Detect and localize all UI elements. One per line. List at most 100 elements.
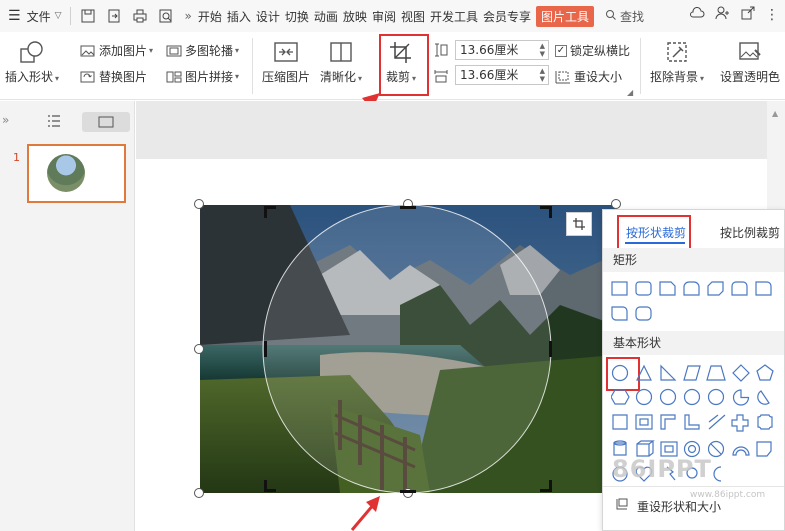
- tab-developer[interactable]: 开发工具: [430, 8, 478, 25]
- shape-plaque: [757, 414, 773, 430]
- clarity-label: 清晰化: [320, 70, 357, 84]
- clarity-button[interactable]: 清晰化 ▾: [320, 40, 362, 85]
- share-icon[interactable]: [741, 6, 755, 23]
- tab-insert[interactable]: 插入: [227, 8, 251, 25]
- spinner-icon[interactable]: ▲ ▼: [540, 42, 545, 58]
- replace-picture-button[interactable]: 替换图片: [80, 68, 147, 85]
- replace-picture-label: 替换图片: [99, 70, 148, 84]
- resize-handle-bl[interactable]: [194, 488, 204, 498]
- crop-handle-ml[interactable]: [264, 341, 267, 357]
- dialog-launcher-icon[interactable]: ◢: [627, 88, 633, 97]
- insert-shape-label: 插入形状: [5, 70, 54, 84]
- height-value: 13.66厘米: [460, 43, 519, 57]
- multi-carousel-label: 多图轮播: [185, 44, 234, 58]
- reset-size-icon: [555, 70, 570, 83]
- resize-handle-tl[interactable]: [194, 199, 204, 209]
- reset-size-label: 重设大小: [574, 70, 623, 84]
- landscape-photo[interactable]: [200, 205, 615, 493]
- outline-view-icon[interactable]: [46, 114, 62, 131]
- tab-transition[interactable]: 切换: [285, 8, 309, 25]
- multi-carousel-button[interactable]: 多图轮播 ▾: [166, 42, 239, 59]
- shape-cross: [731, 414, 749, 432]
- section-rectangle: 矩形: [603, 248, 784, 272]
- hamburger-icon[interactable]: ☰: [8, 8, 21, 24]
- tab-home[interactable]: 开始: [198, 8, 222, 25]
- more-icon[interactable]: »: [185, 9, 192, 23]
- crop-handle-tm[interactable]: [400, 206, 416, 209]
- search-label[interactable]: 查找: [620, 8, 644, 25]
- tab-picture-tools[interactable]: 图片工具: [536, 5, 595, 27]
- crop-handle-br[interactable]: [540, 480, 552, 492]
- resize-handle-tr[interactable]: [611, 199, 621, 209]
- thumbnail-view-icon[interactable]: [82, 112, 130, 132]
- tab-slideshow[interactable]: 放映: [343, 8, 367, 25]
- lock-ratio-checkbox[interactable]: ✓ 锁定纵横比: [555, 42, 630, 59]
- shape-round-top: [683, 281, 700, 296]
- print-icon[interactable]: [129, 5, 151, 27]
- search-icon[interactable]: [605, 9, 617, 24]
- tab-member[interactable]: 会员专享: [483, 8, 531, 25]
- slide-thumbnail[interactable]: [27, 144, 126, 203]
- chevron-down-icon[interactable]: ▽: [55, 11, 62, 21]
- compress-label: 压缩图片: [262, 70, 311, 84]
- slide-number: 1: [13, 151, 20, 164]
- shape-hexagon: [611, 389, 630, 405]
- shape-block-arc: [732, 446, 750, 456]
- scroll-up-icon[interactable]: ▲: [772, 109, 778, 118]
- picture-collage-button[interactable]: 图片拼接 ▾: [166, 68, 239, 85]
- tab-design[interactable]: 设计: [256, 8, 280, 25]
- watermark-url: www.86ippt.com: [690, 490, 766, 500]
- shape-cube: [636, 440, 655, 457]
- export-icon[interactable]: [103, 5, 125, 27]
- crop-handle-bm[interactable]: [400, 490, 416, 493]
- file-menu[interactable]: 文件: [27, 8, 51, 25]
- active-tab-underline: [625, 242, 685, 244]
- collage-icon: [166, 71, 182, 82]
- replace-icon: [80, 71, 95, 82]
- checkbox-checked-icon: ✓: [555, 44, 567, 57]
- preview-icon[interactable]: [155, 5, 177, 27]
- shape-right-triangle: [660, 364, 677, 381]
- crop-handle-tl[interactable]: [264, 206, 276, 218]
- save-icon[interactable]: [77, 5, 99, 27]
- remove-background-button[interactable]: 抠除背景 ▾: [650, 40, 704, 85]
- remove-bg-icon: [667, 42, 687, 62]
- tab-view[interactable]: 视图: [401, 8, 425, 25]
- crop-handle-tr[interactable]: [540, 206, 552, 218]
- menu-bar: ☰ 文件 ▽ » 开始 插入 设计 切换 动画 放映 审阅 视图 开发工具 会员…: [0, 0, 785, 32]
- height-input[interactable]: 13.66厘米 ▲ ▼: [455, 40, 549, 60]
- compress-picture-button[interactable]: 压缩图片: [262, 40, 310, 85]
- width-input[interactable]: 13.66厘米 ▲ ▼: [455, 65, 549, 85]
- spinner-icon[interactable]: ▲ ▼: [540, 67, 545, 83]
- shape-rounded-rectangle-2: [635, 306, 652, 321]
- ribbon: 插入形状 ▾ 添加图片 ▾ 多图轮播 ▾ 替换图片 图片拼接 ▾ 压缩图片 清晰化 ▾ 裁…: [0, 32, 785, 100]
- add-picture-label: 添加图片: [99, 44, 148, 58]
- shape-rounded-rectangle: [635, 281, 652, 296]
- transparent-icon: [739, 42, 761, 60]
- add-picture-button[interactable]: 添加图片 ▾: [80, 42, 153, 59]
- floating-crop-button[interactable]: [566, 212, 592, 236]
- more-options-icon[interactable]: ⋮: [765, 7, 779, 23]
- tab-crop-by-ratio[interactable]: 按比例裁剪: [720, 224, 780, 241]
- compress-icon: [274, 42, 298, 62]
- collapse-panel-icon[interactable]: »: [2, 113, 9, 127]
- shape-octagon: [659, 388, 677, 406]
- divider: [69, 7, 71, 25]
- cloud-sync-icon[interactable]: [689, 6, 705, 23]
- resize-handle-ml[interactable]: [194, 344, 204, 354]
- divider: [640, 38, 641, 94]
- shape-folded-corner: [756, 441, 772, 457]
- tab-crop-by-shape-label[interactable]: 按形状裁剪: [626, 224, 686, 241]
- shape-teardrop: [612, 414, 628, 430]
- crop-handle-mr[interactable]: [549, 341, 552, 357]
- shape-icon: [20, 41, 43, 63]
- add-user-icon[interactable]: [715, 6, 731, 23]
- insert-shape-button[interactable]: 插入形状 ▾: [5, 40, 59, 85]
- shape-oval: [611, 364, 629, 382]
- crop-handle-bl[interactable]: [264, 480, 276, 492]
- shape-moon: [713, 466, 722, 482]
- tab-review[interactable]: 审阅: [372, 8, 396, 25]
- reset-size-button[interactable]: 重设大小: [555, 68, 622, 85]
- set-transparent-color-button[interactable]: 设置透明色: [720, 40, 780, 85]
- tab-animation[interactable]: 动画: [314, 8, 338, 25]
